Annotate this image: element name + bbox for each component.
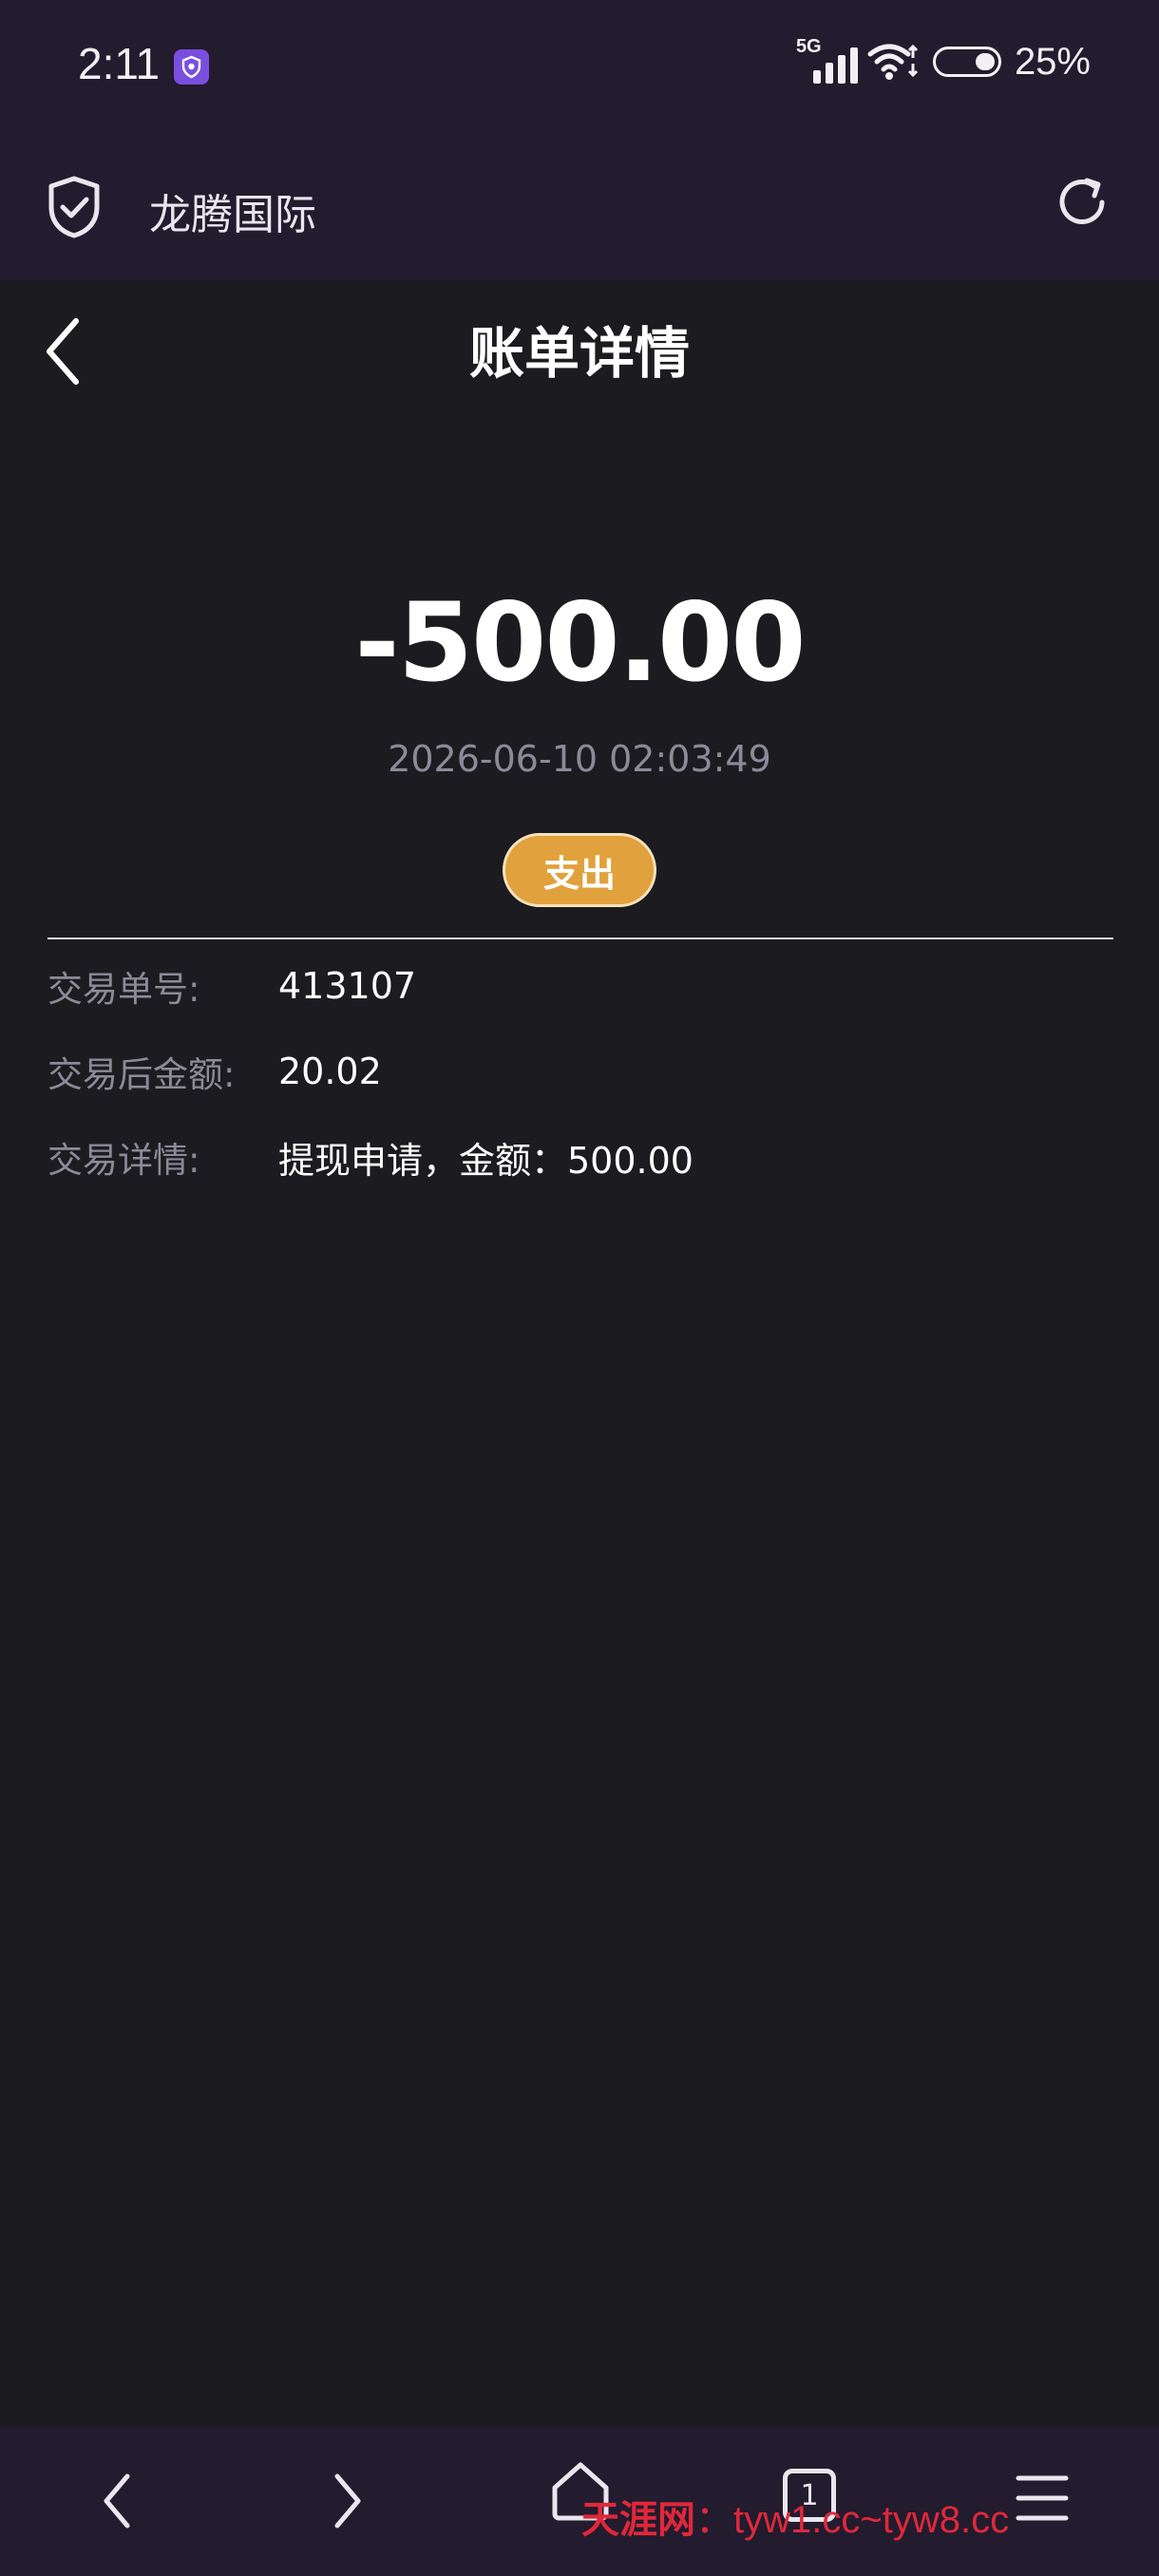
detail-row-description: 交易详情: 提现申请，金额：500.00 [48,1128,694,1185]
transaction-type-badge: 支出 [503,833,656,907]
battery-icon [932,47,1001,77]
wifi-icon [867,44,918,80]
watermark-separator: ： [695,2499,733,2541]
transaction-datetime: 2026-06-10 02:03:49 [388,738,771,780]
detail-value: 20.02 [278,1051,382,1092]
menu-icon[interactable] [1015,2471,1070,2526]
divider [48,938,1113,939]
watermark: 天涯网：tyw1.cc~tyw8.cc [581,2489,1009,2544]
refresh-icon[interactable] [1053,173,1112,232]
detail-value: 413107 [278,965,417,1007]
detail-row-balance-after: 交易后金额: 20.02 [48,1043,382,1100]
detail-label: 交易后金额: [48,1054,236,1095]
detail-value: 提现申请，金额：500.00 [278,1139,694,1182]
detail-label: 交易详情: [48,1140,200,1181]
battery-percent: 25% [1014,40,1091,83]
shield-check-icon[interactable] [46,175,103,239]
signal-icon: 5G [796,36,858,84]
browser-toolbar: 龙腾国际 [0,142,1159,280]
bill-detail-page: 账单详情 -500.00 2026-06-10 02:03:49 支出 交易单号… [0,280,1159,2427]
detail-label: 交易单号: [48,969,200,1010]
forward-icon[interactable] [328,2463,370,2539]
status-time: 2:11 [78,39,161,88]
site-title: 龙腾国际 [149,191,316,239]
back-icon[interactable] [95,2463,137,2539]
status-bar: 2:11 5G 25% [0,0,1159,142]
app-shield-icon [174,49,209,85]
detail-row-order-number: 交易单号: 413107 [48,957,416,1014]
page-title: 账单详情 [468,321,690,386]
watermark-text: tyw1.cc~tyw8.cc [733,2499,1010,2541]
transaction-amount: -500.00 [354,579,806,706]
watermark-brand: 天涯网 [581,2497,695,2542]
